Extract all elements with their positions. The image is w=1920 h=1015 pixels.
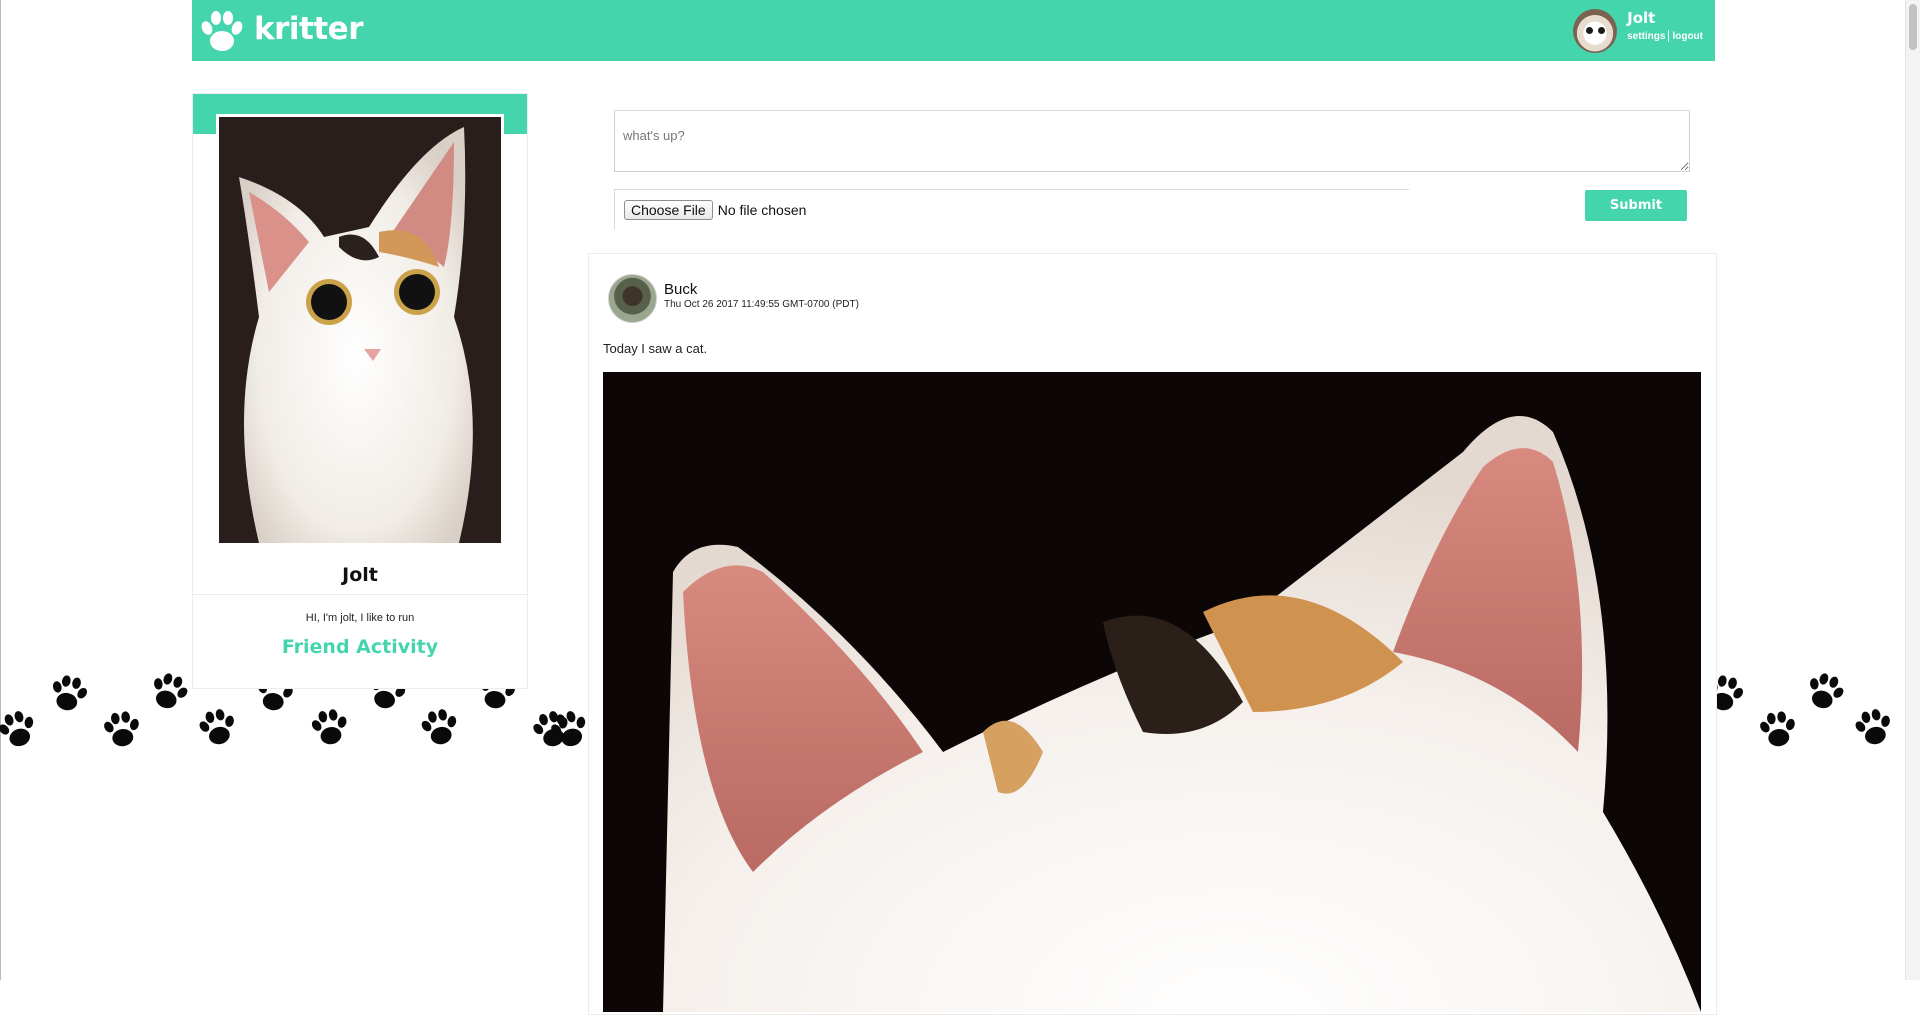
scrollbar-thumb[interactable] <box>1909 4 1917 50</box>
username[interactable]: Jolt <box>1627 9 1703 27</box>
status-input[interactable] <box>615 111 1689 171</box>
user-meta: Jolt settings logout <box>1627 9 1703 42</box>
paw-print-icon <box>195 705 241 749</box>
divider <box>193 594 527 595</box>
friend-activity-link[interactable]: Friend Activity <box>193 636 527 658</box>
choose-file-button[interactable]: Choose File <box>624 200 713 220</box>
avatar[interactable] <box>1573 9 1618 53</box>
user-menu: Jolt settings logout <box>1573 9 1703 53</box>
logo[interactable]: kritter <box>198 8 363 56</box>
profile-photo <box>216 114 504 546</box>
profile-photo-image <box>219 117 501 543</box>
paw-print-icon <box>1851 705 1897 749</box>
profile-name: Jolt <box>342 564 378 586</box>
submit-button[interactable]: Submit <box>1585 190 1687 221</box>
paw-print-icon <box>308 706 352 748</box>
post-author-name[interactable]: Buck <box>664 281 697 298</box>
post-timestamp: Thu Oct 26 2017 11:49:55 GMT-0700 (PDT) <box>664 299 859 310</box>
paw-icon <box>201 11 243 51</box>
paw-print-icon <box>1801 669 1849 714</box>
paw-print-icon <box>46 672 92 715</box>
paw-print-icon <box>0 706 42 752</box>
post-card: Buck Thu Oct 26 2017 11:49:55 GMT-0700 (… <box>588 253 1717 1015</box>
avatar[interactable] <box>608 274 657 323</box>
paw-print-icon <box>417 706 463 748</box>
paw-print-icon <box>1756 709 1800 749</box>
logout-link[interactable]: logout <box>1672 31 1703 42</box>
paw-print-icon <box>145 669 193 714</box>
post-text: Today I saw a cat. <box>603 341 708 356</box>
post-image <box>603 372 1701 1012</box>
paw-print-icon <box>100 709 144 749</box>
settings-link[interactable]: settings <box>1627 31 1665 42</box>
scrollbar[interactable] <box>1905 0 1920 980</box>
profile-bio: HI, I'm jolt, I like to run <box>305 612 415 624</box>
logo-text: kritter <box>254 11 363 47</box>
top-nav-bar: kritter Jolt settings logout <box>192 0 1715 61</box>
status-textarea-wrapper <box>614 110 1690 172</box>
profile-card: Jolt HI, I'm jolt, I like to run Friend … <box>192 93 528 689</box>
link-divider <box>1668 30 1670 42</box>
file-upload-row: Choose File No file chosen <box>614 189 1409 230</box>
file-status-text: No file chosen <box>717 202 807 218</box>
post-image-graphic <box>603 372 1701 1012</box>
window-edge <box>0 0 1 980</box>
user-links: settings logout <box>1627 30 1703 42</box>
